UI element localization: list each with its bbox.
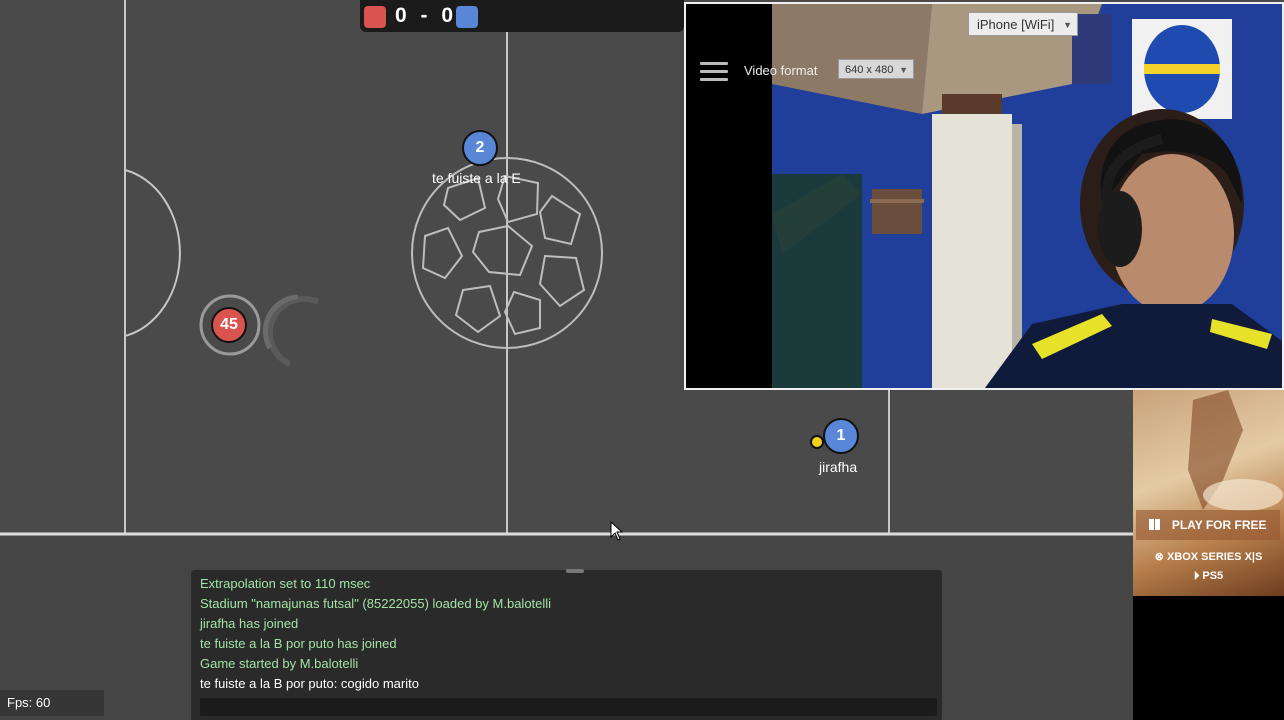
chat-panel: Extrapolation set to 110 msec Stadium "n… xyxy=(191,569,942,720)
ps-label: PS5 xyxy=(1202,570,1224,582)
ad-artwork xyxy=(1188,390,1283,511)
play-for-free-label: PLAY FOR FREE xyxy=(1171,518,1267,532)
fps-counter: Fps: 60 xyxy=(0,690,104,716)
blue-score: 0 xyxy=(441,4,455,27)
video-format-value: 640 x 480 xyxy=(845,64,894,76)
player-45: 45 xyxy=(211,307,247,343)
chat-input[interactable] xyxy=(200,698,937,716)
camera-device-value: iPhone [WiFi] xyxy=(977,17,1055,32)
video-format-label: Video format xyxy=(744,63,818,78)
chat-line: Stadium "namajunas futsal" (85222055) lo… xyxy=(200,596,552,611)
chat-line: Game started by M.balotelli xyxy=(200,656,359,671)
player-1-name: jirafha xyxy=(819,459,858,475)
ad-platform-ps: ⏵ PS5 xyxy=(1133,570,1284,583)
chevron-down-icon: ▼ xyxy=(899,65,908,75)
score-display: 0 - 0 xyxy=(395,4,454,28)
blue-team-chip xyxy=(456,6,478,28)
chat-resize-handle[interactable] xyxy=(566,569,584,573)
xbox-icon: ⊗ xyxy=(1154,551,1164,563)
play-for-free-button[interactable]: PLAY FOR FREE xyxy=(1136,510,1280,540)
chat-line: te fuiste a la B por puto has joined xyxy=(200,636,397,651)
score-separator: - xyxy=(420,4,429,27)
hamburger-icon[interactable] xyxy=(700,62,728,82)
red-team-chip xyxy=(364,6,386,28)
mouse-cursor-icon xyxy=(610,521,624,541)
webcam-overlay: Video format 640 x 480 ▼ iPhone [WiFi] ▼ xyxy=(684,2,1284,390)
camera-device-select[interactable]: iPhone [WiFi] ▼ xyxy=(968,12,1078,36)
chevron-down-icon: ▼ xyxy=(1063,20,1072,30)
player-2-name: te fuiste a la E xyxy=(432,170,521,186)
windows-icon xyxy=(1149,519,1161,530)
ad-platform-xbox: ⊗ XBOX SERIES X|S xyxy=(1133,550,1284,563)
chat-line: te fuiste a la B por puto: cogido marito xyxy=(200,676,419,691)
red-score: 0 xyxy=(395,4,408,27)
playstation-icon: ⏵ xyxy=(1193,570,1200,582)
ad-empty-area xyxy=(1133,596,1284,720)
player-1: 1 xyxy=(823,418,859,454)
player-2: 2 xyxy=(462,130,498,166)
video-format-select[interactable]: 640 x 480 ▼ xyxy=(838,59,914,79)
chat-line: Extrapolation set to 110 msec xyxy=(200,576,371,591)
ball xyxy=(810,435,824,449)
chat-line: jirafha has joined xyxy=(200,616,299,631)
advertisement-banner[interactable]: PLAY FOR FREE ⊗ XBOX SERIES X|S ⏵ PS5 xyxy=(1133,390,1284,596)
xbox-label: XBOX SERIES X|S xyxy=(1166,551,1263,563)
